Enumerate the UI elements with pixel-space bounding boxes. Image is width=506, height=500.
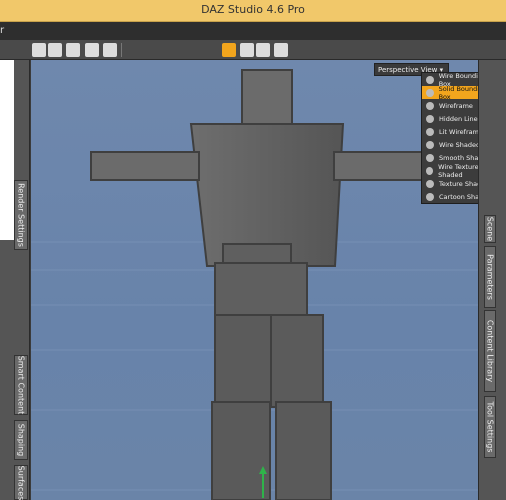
tab-tool-settings[interactable]: Tool Settings: [484, 396, 496, 458]
menu-item-hidden-line[interactable]: Hidden Line: [422, 112, 478, 125]
wire-shaded-icon: [426, 140, 434, 149]
scale-icon[interactable]: [274, 43, 288, 57]
window-title: DAZ Studio 4.6 Pro: [201, 3, 305, 16]
tab-content-library[interactable]: Content Library: [484, 310, 496, 392]
menu-item-solid-bounding-box[interactable]: Solid Bounding Box: [422, 85, 478, 101]
rotate-icon[interactable]: [240, 43, 254, 57]
scene-figure: [31, 69, 478, 500]
menu-item-wireframe[interactable]: Wireframe: [422, 99, 478, 112]
wireframe-icon: [426, 101, 434, 110]
menu-item-texture-shaded[interactable]: Texture Shaded: [422, 177, 478, 190]
camera-tool-icon[interactable]: [48, 43, 62, 57]
texture-shaded-icon: [426, 179, 434, 188]
menu-bar: r: [0, 22, 506, 40]
title-bar: DAZ Studio 4.6 Pro: [0, 0, 506, 22]
menu-item-stub[interactable]: r: [0, 25, 4, 36]
smooth-shaded-icon: [426, 153, 434, 162]
figure-tool-icon[interactable]: [66, 43, 80, 57]
tab-shaping[interactable]: Shaping: [14, 420, 28, 460]
menu-item-lit-wireframe[interactable]: Lit Wireframe: [422, 125, 478, 138]
hidden-line-icon: [426, 114, 434, 123]
scene-tool-icon[interactable]: [32, 43, 46, 57]
tab-smart-content[interactable]: Smart Content: [14, 355, 28, 415]
translate-icon[interactable]: [256, 43, 270, 57]
3d-viewport[interactable]: Perspective View ▾ Wire Bounding Box Sol…: [31, 60, 478, 500]
main-toolbar: [0, 40, 506, 60]
wire-texture-shaded-icon: [426, 166, 434, 175]
lit-wireframe-icon: [426, 127, 434, 136]
tab-parameters[interactable]: Parameters: [484, 246, 496, 308]
pose-tool-icon[interactable]: [85, 43, 99, 57]
draw-style-menu: Wire Bounding Box Solid Bounding Box Wir…: [421, 72, 478, 204]
menu-item-wire-texture-shaded[interactable]: Wire Texture Shaded: [422, 163, 478, 179]
menu-item-cartoon-shaded[interactable]: Cartoon Shaded: [422, 190, 478, 203]
active-pose-icon[interactable]: [222, 43, 236, 57]
joint-tool-icon[interactable]: [103, 43, 117, 57]
tab-surfaces[interactable]: Surfaces: [14, 465, 28, 500]
cartoon-shaded-icon: [426, 192, 434, 201]
menu-item-wire-shaded[interactable]: Wire Shaded: [422, 138, 478, 151]
solid-bounding-box-icon: [426, 88, 434, 97]
left-panel-content: [0, 60, 14, 240]
left-dock-panel: Render Settings Smart Content Shaping Su…: [0, 60, 30, 500]
tab-scene[interactable]: Scene: [484, 215, 496, 243]
toolbar-separator: [121, 43, 122, 57]
wire-bounding-box-icon: [426, 75, 434, 84]
right-dock-panel: Scene Parameters Content Library Tool Se…: [478, 60, 506, 500]
tab-render-settings[interactable]: Render Settings: [14, 180, 28, 250]
